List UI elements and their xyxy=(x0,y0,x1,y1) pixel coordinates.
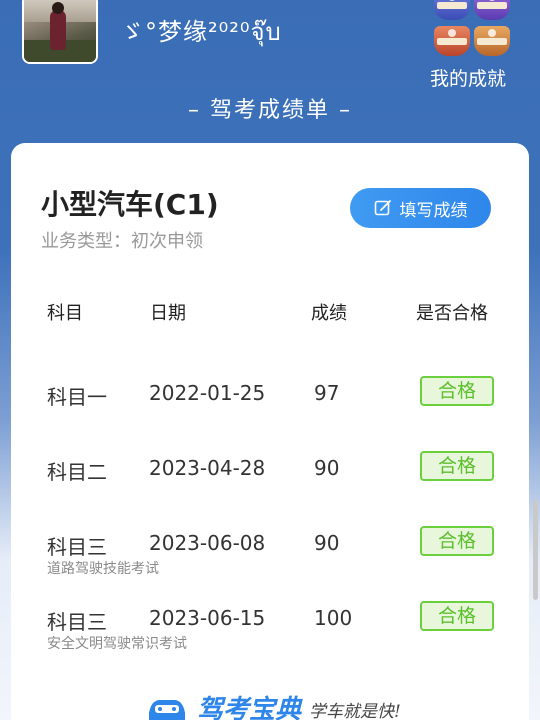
row-subject: 科目三 xyxy=(47,535,107,559)
column-header-date: 日期 xyxy=(150,303,186,324)
row-subject: 科目二 xyxy=(47,460,107,484)
pass-badge: 合格 xyxy=(420,451,494,481)
row-exam-note: 道路驾驶技能考试 xyxy=(47,561,159,577)
row-score: 100 xyxy=(314,606,353,630)
table-row: 科目二 2023-04-28 90 合格 xyxy=(11,451,529,516)
achievement-badge xyxy=(434,0,470,20)
row-score: 90 xyxy=(314,456,340,480)
row-subject: 科目一 xyxy=(47,385,107,409)
achievement-badge xyxy=(474,26,510,56)
table-row: 科目三 2023-06-15 100 合格 安全文明驾驶常识考试 xyxy=(11,601,529,666)
table-row: 科目一 2022-01-25 97 合格 xyxy=(11,376,529,441)
row-score: 90 xyxy=(314,531,340,555)
score-card: 小型汽车(C1) 业务类型：初次申领 填写成绩 科目 日期 成绩 是否合格 科目… xyxy=(11,143,529,720)
scrollbar[interactable] xyxy=(533,500,538,600)
fill-scores-button[interactable]: 填写成绩 xyxy=(350,188,491,228)
pass-badge: 合格 xyxy=(420,526,494,556)
row-subject: 科目三 xyxy=(47,610,107,634)
row-score: 97 xyxy=(314,381,340,405)
column-header-pass: 是否合格 xyxy=(416,303,488,324)
pass-badge: 合格 xyxy=(420,601,494,631)
row-date: 2023-06-08 xyxy=(149,531,266,555)
achievement-badges[interactable] xyxy=(430,0,514,56)
avatar[interactable] xyxy=(22,0,98,64)
page-title: – 驾考成绩单 – xyxy=(188,98,352,123)
app-logo: 驾考宝典 学车就是快! xyxy=(145,695,401,720)
achievement-badge xyxy=(434,26,470,56)
achievement-badge xyxy=(474,0,510,20)
avatar-photo-head xyxy=(52,2,64,14)
row-date: 2023-04-28 xyxy=(149,456,266,480)
table-row: 科目三 2023-06-08 90 合格 道路驾驶技能考试 xyxy=(11,526,529,591)
my-achievements-link[interactable]: 我的成就 xyxy=(430,64,506,91)
column-header-score: 成绩 xyxy=(311,303,347,324)
fill-scores-label: 填写成绩 xyxy=(399,200,468,221)
business-type-label: 业务类型：初次申领 xyxy=(41,231,203,252)
pass-badge: 合格 xyxy=(420,376,494,406)
edit-icon xyxy=(374,200,391,216)
row-date: 2023-06-15 xyxy=(149,606,266,630)
column-header-subject: 科目 xyxy=(47,303,83,324)
vehicle-type-title: 小型汽车(C1) xyxy=(41,188,219,221)
car-logo-icon xyxy=(149,700,185,720)
logo-slogan: 学车就是快! xyxy=(309,702,401,720)
row-date: 2022-01-25 xyxy=(149,381,266,405)
avatar-photo-person xyxy=(50,10,66,50)
user-nickname: ゞ°梦缘²⁰²⁰จุ๊บ xyxy=(120,18,282,46)
row-exam-note: 安全文明驾驶常识考试 xyxy=(47,636,187,652)
logo-name: 驾考宝典 xyxy=(197,695,302,720)
